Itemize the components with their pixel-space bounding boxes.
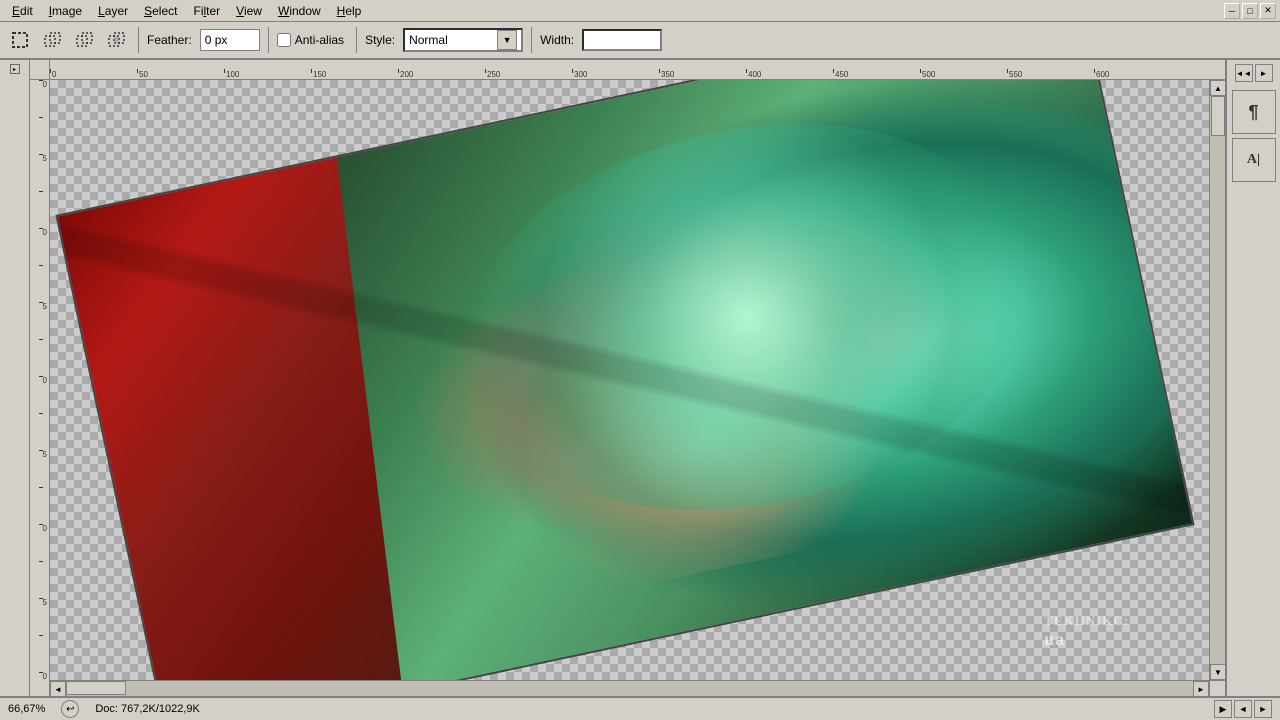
scroll-v-thumb[interactable]	[1211, 96, 1225, 136]
canvas-viewport[interactable]: TEKHNIKC: ua	[50, 80, 1209, 680]
antialias-label: Anti-alias	[295, 33, 344, 47]
panel-text-button[interactable]: A|	[1232, 138, 1276, 182]
main-area: ▸ 050100150200250300350400450500550600 0…	[0, 60, 1280, 696]
scroll-right-button[interactable]: ►	[1193, 681, 1209, 696]
menu-select[interactable]: Select	[136, 2, 185, 20]
restore-button[interactable]: □	[1242, 3, 1258, 19]
menu-view[interactable]: View	[228, 2, 270, 20]
scroll-left-button[interactable]: ◄	[50, 681, 66, 696]
nav-play-button[interactable]: ▶	[1214, 700, 1232, 718]
status-bar: 66,67% ↩ Doc: 767,2K/1022,9K ▶ ◄ ►	[0, 696, 1280, 720]
menu-window[interactable]: Window	[270, 2, 329, 20]
nav-prev-button[interactable]: ◄	[1234, 700, 1252, 718]
style-value: Normal	[409, 33, 497, 47]
watermark-line1: TEKHNIKC:	[1044, 613, 1129, 629]
close-button[interactable]: ✕	[1260, 3, 1276, 19]
scroll-up-button[interactable]: ▲	[1210, 80, 1225, 96]
scrollbar-horizontal[interactable]: ◄ ►	[50, 680, 1209, 696]
ruler-h-content: 050100150200250300350400450500550600	[50, 60, 1225, 79]
menu-filter[interactable]: Filter	[185, 2, 228, 20]
panel-paragraph-button[interactable]: ¶	[1232, 90, 1276, 134]
menu-layer[interactable]: Layer	[90, 2, 136, 20]
scroll-v-track[interactable]	[1210, 96, 1225, 664]
watermark-line2: ua	[1044, 629, 1129, 650]
toolbar-sep-4	[531, 27, 532, 53]
feather-input[interactable]	[200, 29, 260, 51]
right-panel: ◄◄ ► ¶ A|	[1225, 60, 1280, 696]
antialias-group: Anti-alias	[277, 33, 348, 47]
menu-edit[interactable]: Edit	[4, 2, 41, 20]
minimize-button[interactable]: ─	[1224, 3, 1240, 19]
toolbar-sep-3	[356, 27, 357, 53]
tool-add-select[interactable]	[38, 26, 66, 54]
nav-next-button[interactable]: ►	[1254, 700, 1272, 718]
ruler-top: 050100150200250300350400450500550600	[30, 60, 1225, 80]
style-label: Style:	[365, 33, 395, 47]
left-panel: ▸	[0, 60, 30, 696]
style-group: Style: Normal ▼	[365, 28, 523, 52]
ruler-corner: ▸	[10, 64, 20, 74]
scroll-down-button[interactable]: ▼	[1210, 664, 1225, 680]
tool-intersect-select[interactable]	[102, 26, 130, 54]
zoom-level: 66,67%	[8, 703, 45, 715]
scroll-corner	[1209, 680, 1225, 696]
inner-canvas[interactable]: 050505050 TE	[30, 80, 1225, 696]
antialias-checkbox[interactable]	[277, 33, 291, 47]
dropdown-arrow-icon[interactable]: ▼	[497, 30, 517, 50]
panel-scroll-controls: ◄◄ ►	[1235, 64, 1273, 82]
toolbar: Feather: Anti-alias Style: Normal ▼ Widt…	[0, 22, 1280, 60]
width-label: Width:	[540, 33, 574, 47]
tool-subtract-select[interactable]	[70, 26, 98, 54]
ruler-left: 050505050	[30, 80, 50, 696]
panel-scroll-right[interactable]: ►	[1255, 64, 1273, 82]
scroll-h-track[interactable]	[66, 681, 1193, 696]
menu-image[interactable]: Image	[41, 2, 90, 20]
width-input[interactable]	[582, 29, 662, 51]
canvas-wrapper: 050100150200250300350400450500550600 050…	[30, 60, 1225, 696]
status-history-button[interactable]: ↩	[61, 700, 79, 718]
tool-rect-select[interactable]	[6, 26, 34, 54]
scrollbar-vertical[interactable]: ▲ ▼	[1209, 80, 1225, 680]
style-dropdown[interactable]: Normal ▼	[403, 28, 523, 52]
ruler-corner-box	[30, 60, 50, 80]
toolbar-sep-2	[268, 27, 269, 53]
text-icon: A|	[1247, 152, 1260, 168]
menu-bar: Edit Image Layer Select Filter View Wind…	[0, 0, 1280, 22]
scroll-h-thumb[interactable]	[66, 681, 126, 695]
toolbar-sep-1	[138, 27, 139, 53]
paragraph-icon: ¶	[1248, 102, 1258, 123]
status-nav-controls: ▶ ◄ ►	[1214, 700, 1272, 718]
panel-scroll-up[interactable]: ◄◄	[1235, 64, 1253, 82]
doc-info: Doc: 767,2K/1022,9K	[95, 703, 200, 715]
menu-help[interactable]: Help	[329, 2, 370, 20]
watermark: TEKHNIKC: ua	[1044, 613, 1129, 650]
feather-label: Feather:	[147, 33, 192, 47]
